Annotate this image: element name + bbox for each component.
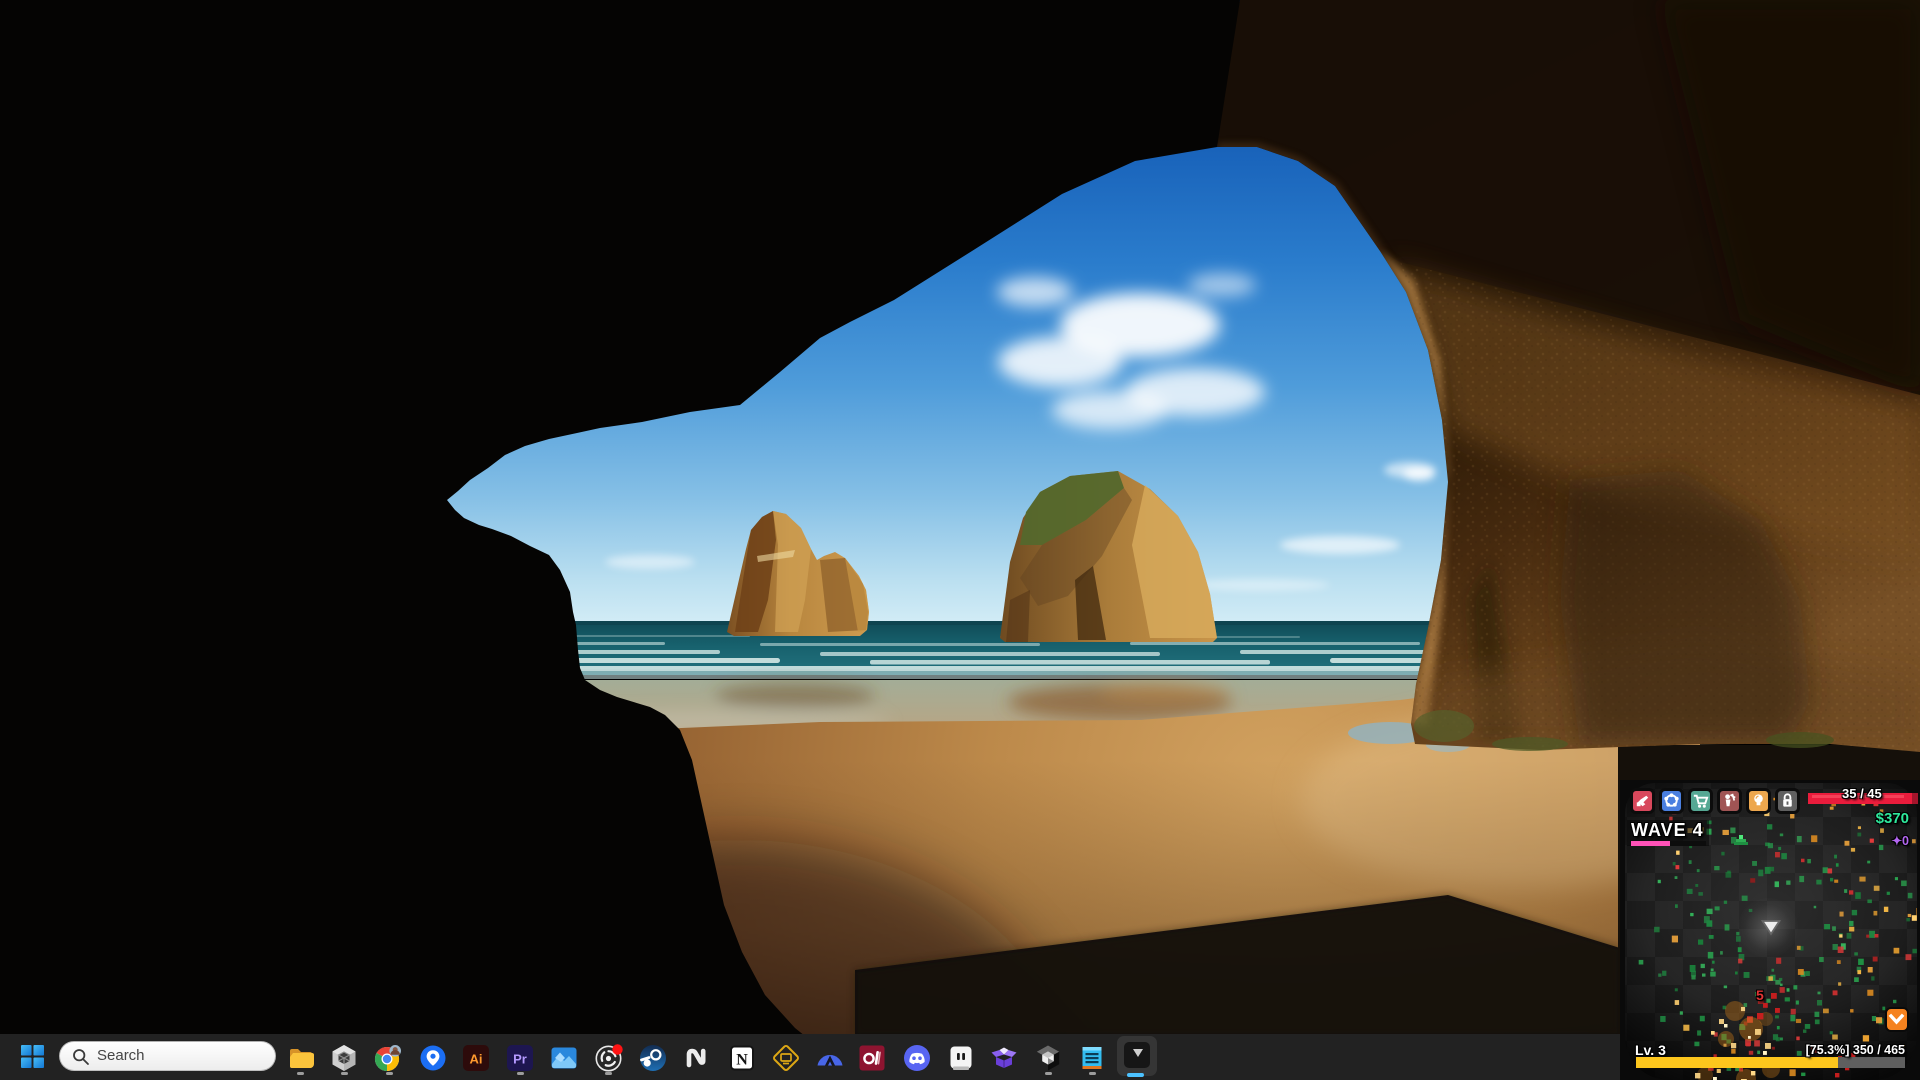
svg-text:Pr: Pr (513, 1052, 527, 1067)
svg-text:N: N (736, 1052, 748, 1069)
svg-text:Ai: Ai (470, 1052, 483, 1067)
